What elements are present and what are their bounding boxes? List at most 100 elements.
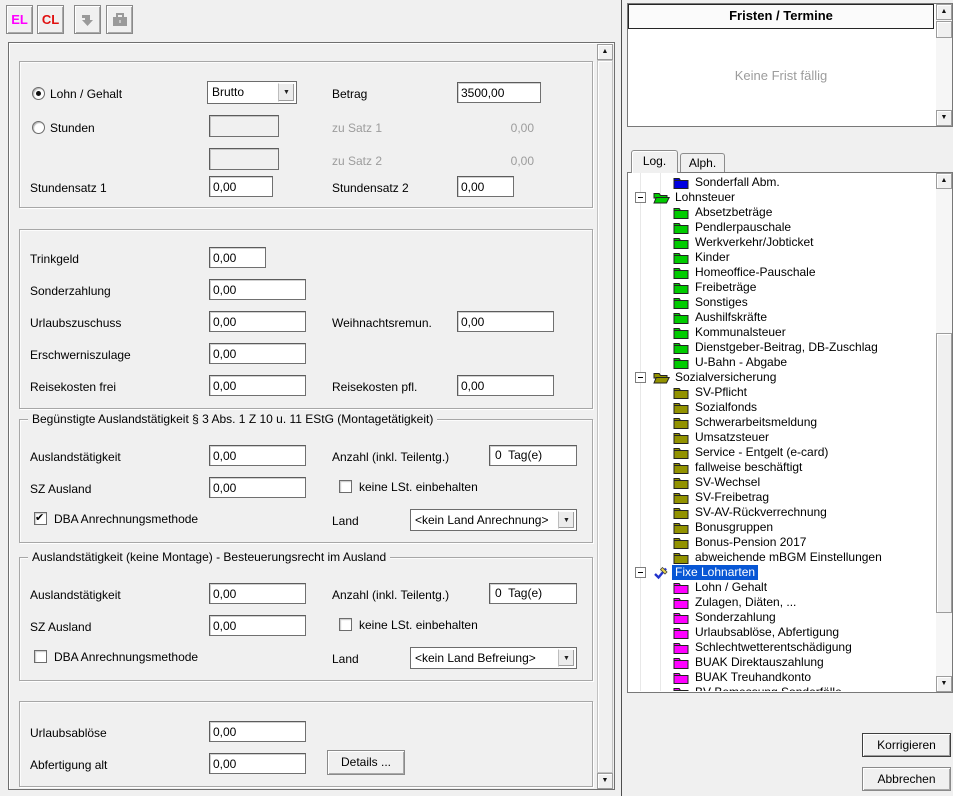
tree-item-label[interactable]: Kinder: [692, 250, 733, 265]
auslandstaetigkeit-input-2[interactable]: [209, 583, 306, 604]
dba-checkbox-1[interactable]: [34, 512, 47, 525]
cl-button[interactable]: CL: [37, 5, 64, 34]
radio-lohn-gehalt[interactable]: [32, 87, 45, 100]
tree-item[interactable]: Sozialversicherung: [629, 370, 935, 385]
betrag-input[interactable]: [457, 82, 541, 103]
details-button[interactable]: Details ...: [327, 750, 405, 775]
form-scrollbar-thumb[interactable]: [597, 60, 613, 773]
tree-item-label[interactable]: Aushilfskräfte: [692, 310, 770, 325]
tree-item[interactable]: Lohn / Gehalt: [629, 580, 935, 595]
anzahl-value-1[interactable]: 0 Tag(e): [489, 445, 577, 466]
tree-item[interactable]: Kinder: [629, 250, 935, 265]
tree-item[interactable]: Dienstgeber-Beitrag, DB-Zuschlag: [629, 340, 935, 355]
stundensatz-1-input[interactable]: [209, 176, 273, 197]
tree-item[interactable]: Kommunalsteuer: [629, 325, 935, 340]
dropdown-arrow-icon[interactable]: ▼: [558, 511, 575, 529]
tree-item-label[interactable]: BUAK Treuhandkonto: [692, 670, 814, 685]
radio-stunden[interactable]: [32, 121, 45, 134]
tree-item[interactable]: Werkverkehr/Jobticket: [629, 235, 935, 250]
tree-item-label[interactable]: BUAK Direktauszahlung: [692, 655, 827, 670]
tree-item-label[interactable]: Service - Entgelt (e-card): [692, 445, 831, 460]
anzahl-value-2[interactable]: 0 Tag(e): [489, 583, 577, 604]
tree-item[interactable]: Schlechtwetterentschädigung: [629, 640, 935, 655]
korrigieren-button[interactable]: Korrigieren: [862, 733, 951, 757]
tree-item-label[interactable]: Freibeträge: [692, 280, 759, 295]
tree-expander-icon[interactable]: [635, 192, 646, 203]
scroll-up-button[interactable]: ▲: [597, 44, 613, 60]
tree-item[interactable]: SV-Pflicht: [629, 385, 935, 400]
sonderzahlung-input[interactable]: [209, 279, 306, 300]
tree-item-label[interactable]: Sonderzahlung: [692, 610, 779, 625]
tree-item-label[interactable]: Schwerarbeitsmeldung: [692, 415, 820, 430]
tree-item[interactable]: Fixe Lohnarten: [629, 565, 935, 580]
sz-ausland-input-1[interactable]: [209, 477, 306, 498]
tree-item[interactable]: Sozialfonds: [629, 400, 935, 415]
fristen-scrollbar-track[interactable]: ▲ ▼: [936, 4, 952, 126]
tree-item-label[interactable]: Werkverkehr/Jobticket: [692, 235, 816, 250]
land-dropdown-1[interactable]: <kein Land Anrechnung> ▼: [410, 509, 577, 531]
auslandstaetigkeit-input-1[interactable]: [209, 445, 306, 466]
urlaubszuschuss-input[interactable]: [209, 311, 306, 332]
stunden-input-1[interactable]: [209, 115, 279, 137]
dropdown-arrow-icon[interactable]: ▼: [558, 649, 575, 667]
keine-lst-checkbox-1[interactable]: [339, 480, 352, 493]
briefcase-button[interactable]: [106, 5, 133, 34]
tree-item-label[interactable]: fallweise beschäftigt: [692, 460, 805, 475]
abbrechen-button[interactable]: Abbrechen: [862, 767, 951, 791]
tree-item-label[interactable]: Sonstiges: [692, 295, 751, 310]
tree-item[interactable]: abweichende mBGM Einstellungen: [629, 550, 935, 565]
tree-expander-icon[interactable]: [635, 567, 646, 578]
tree-item-label[interactable]: SV-Pflicht: [692, 385, 750, 400]
undo-arrow-button[interactable]: [74, 5, 101, 34]
tree-item[interactable]: Umsatzsteuer: [629, 430, 935, 445]
weihnachtsremun-input[interactable]: [457, 311, 554, 332]
tree-item[interactable]: BV-Bemessung Sonderfälle: [629, 685, 935, 691]
tree-item-label[interactable]: Bonusgruppen: [692, 520, 776, 535]
tree-item-label[interactable]: Sozialfonds: [692, 400, 760, 415]
tree-item[interactable]: SV-Wechsel: [629, 475, 935, 490]
fristen-scrollbar-thumb[interactable]: [936, 21, 952, 38]
tree-item[interactable]: Aushilfskräfte: [629, 310, 935, 325]
tree-item[interactable]: Zulagen, Diäten, ...: [629, 595, 935, 610]
tree-item[interactable]: Sonderfall Abm.: [629, 175, 935, 190]
erschwerniszulage-input[interactable]: [209, 343, 306, 364]
keine-lst-checkbox-2[interactable]: [339, 618, 352, 631]
tree-item-label[interactable]: Schlechtwetterentschädigung: [692, 640, 855, 655]
tree-item[interactable]: BUAK Treuhandkonto: [629, 670, 935, 685]
sz-ausland-input-2[interactable]: [209, 615, 306, 636]
brutto-dropdown[interactable]: Brutto ▼: [207, 81, 297, 104]
tree-item[interactable]: Lohnsteuer: [629, 190, 935, 205]
tree-item[interactable]: BUAK Direktauszahlung: [629, 655, 935, 670]
tree-item-label[interactable]: SV-Wechsel: [692, 475, 763, 490]
reisekosten-frei-input[interactable]: [209, 375, 306, 396]
tree-item[interactable]: Homeoffice-Pauschale: [629, 265, 935, 280]
tree-item-label[interactable]: Sozialversicherung: [672, 370, 779, 385]
tree-item-label[interactable]: BV-Bemessung Sonderfälle: [692, 685, 845, 691]
tree-item[interactable]: Sonderzahlung: [629, 610, 935, 625]
tree-item[interactable]: Bonus-Pension 2017: [629, 535, 935, 550]
el-button[interactable]: EL: [6, 5, 33, 34]
tree-item-label[interactable]: Absetzbeträge: [692, 205, 775, 220]
scroll-up-button[interactable]: ▲: [936, 4, 952, 20]
tree-item[interactable]: Sonstiges: [629, 295, 935, 310]
tree-item-label[interactable]: Homeoffice-Pauschale: [692, 265, 819, 280]
tree-item-label[interactable]: Zulagen, Diäten, ...: [692, 595, 799, 610]
tab-log[interactable]: Log.: [631, 150, 678, 173]
reisekosten-pfl-input[interactable]: [457, 375, 554, 396]
tree-item[interactable]: Pendlerpauschale: [629, 220, 935, 235]
form-scrollbar-track[interactable]: ▲ ▼: [597, 44, 613, 789]
tree-item-label[interactable]: Pendlerpauschale: [692, 220, 794, 235]
tree-item-label[interactable]: Umsatzsteuer: [692, 430, 772, 445]
tree-item-label[interactable]: U-Bahn - Abgabe: [692, 355, 790, 370]
tree-item[interactable]: Absetzbeträge: [629, 205, 935, 220]
tree-item-label[interactable]: abweichende mBGM Einstellungen: [692, 550, 885, 565]
stundensatz-2-input[interactable]: [457, 176, 514, 197]
scroll-down-button[interactable]: ▼: [597, 773, 613, 789]
tree-item-label[interactable]: Urlaubsablöse, Abfertigung: [692, 625, 842, 640]
tree-item-label[interactable]: SV-Freibetrag: [692, 490, 772, 505]
tree-item[interactable]: Service - Entgelt (e-card): [629, 445, 935, 460]
tree-item[interactable]: Schwerarbeitsmeldung: [629, 415, 935, 430]
tree-item-label[interactable]: Fixe Lohnarten: [672, 565, 758, 580]
tree-item[interactable]: SV-AV-Rückverrechnung: [629, 505, 935, 520]
scroll-up-button[interactable]: ▲: [936, 173, 952, 189]
